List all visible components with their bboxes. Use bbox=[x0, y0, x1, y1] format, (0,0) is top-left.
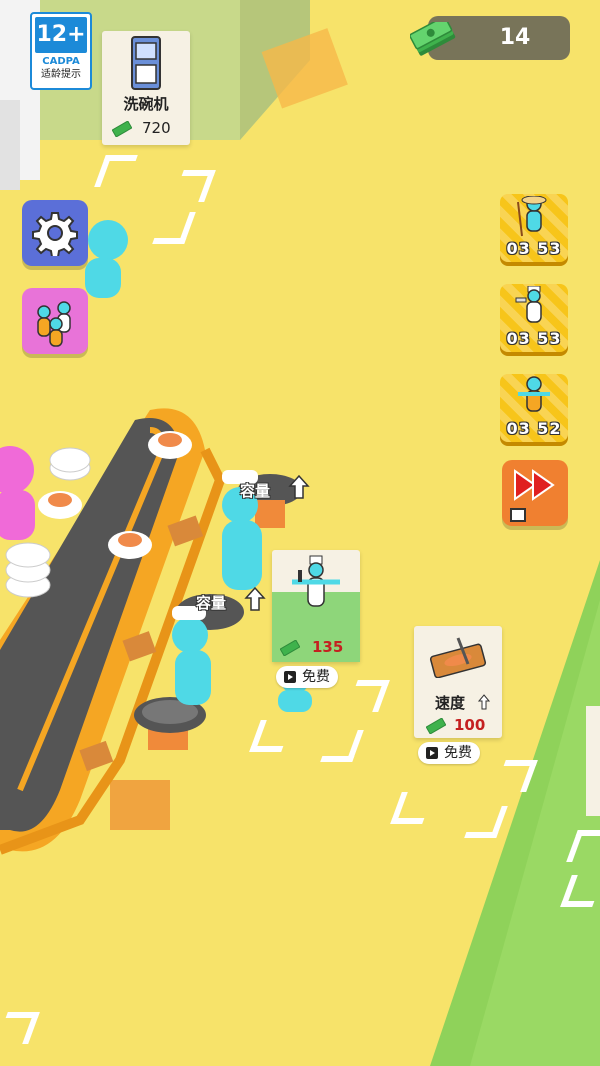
chef-hire-icon bbox=[292, 555, 340, 607]
speed-free-button[interactable]: 免费 bbox=[418, 742, 480, 764]
cash-stack-icon bbox=[410, 22, 456, 56]
upgrade-arrow-icon bbox=[244, 586, 266, 611]
staff-button[interactable] bbox=[22, 288, 88, 354]
dishwasher-purchase-panel[interactable]: 洗碗机 720 bbox=[102, 31, 190, 145]
hire-chef-panel[interactable]: 135 bbox=[272, 550, 360, 662]
free-label: 免费 bbox=[444, 745, 472, 761]
cash-icon bbox=[112, 121, 132, 137]
waiter-worker-icon bbox=[518, 376, 550, 412]
dishwasher-icon bbox=[131, 36, 161, 90]
capacity-label: 容量 bbox=[240, 482, 271, 500]
speed-price: 100 bbox=[454, 716, 486, 734]
age-rating-number: 12+ bbox=[35, 17, 87, 53]
free-label: 免费 bbox=[302, 669, 330, 685]
age-rating-tip: 适龄提示 bbox=[41, 69, 81, 80]
booster-timer: 03 52 bbox=[506, 419, 562, 438]
video-icon bbox=[284, 671, 296, 683]
age-rating-org: CADPA bbox=[42, 56, 80, 67]
currency-amount: 14 bbox=[499, 25, 531, 50]
gear-icon bbox=[32, 212, 78, 256]
booster-chef-button[interactable]: 03 53 bbox=[500, 284, 568, 352]
arrow-up-icon bbox=[478, 694, 490, 710]
video-icon bbox=[510, 508, 526, 522]
knife-board-icon bbox=[429, 637, 487, 678]
age-rating-badge: 12+ CADPA 适龄提示 bbox=[30, 12, 92, 90]
machine-price: 720 bbox=[142, 119, 171, 137]
game-scene bbox=[0, 0, 600, 1066]
booster-timer: 03 53 bbox=[506, 329, 562, 348]
speed-upgrade-panel[interactable]: 速度 100 bbox=[414, 626, 502, 738]
cash-icon bbox=[280, 640, 300, 656]
staff-group-icon bbox=[37, 301, 71, 347]
booster-fisher-button[interactable]: 03 53 bbox=[500, 194, 568, 262]
machine-name: 洗碗机 bbox=[123, 95, 169, 113]
fast-forward-icon bbox=[514, 469, 555, 501]
hire-free-button[interactable]: 免费 bbox=[276, 666, 338, 688]
booster-timer: 03 53 bbox=[506, 239, 562, 258]
chef-worker-icon bbox=[515, 286, 542, 323]
fast-forward-button[interactable] bbox=[502, 460, 568, 526]
hire-price: 135 bbox=[312, 638, 344, 656]
fisher-worker-icon bbox=[517, 196, 547, 237]
booster-waiter-button[interactable]: 03 52 bbox=[500, 374, 568, 442]
capacity-label: 容量 bbox=[196, 594, 227, 612]
video-icon bbox=[426, 747, 438, 759]
upgrade-arrow-icon bbox=[288, 474, 310, 499]
settings-button[interactable] bbox=[22, 200, 88, 266]
cash-icon bbox=[426, 718, 446, 734]
